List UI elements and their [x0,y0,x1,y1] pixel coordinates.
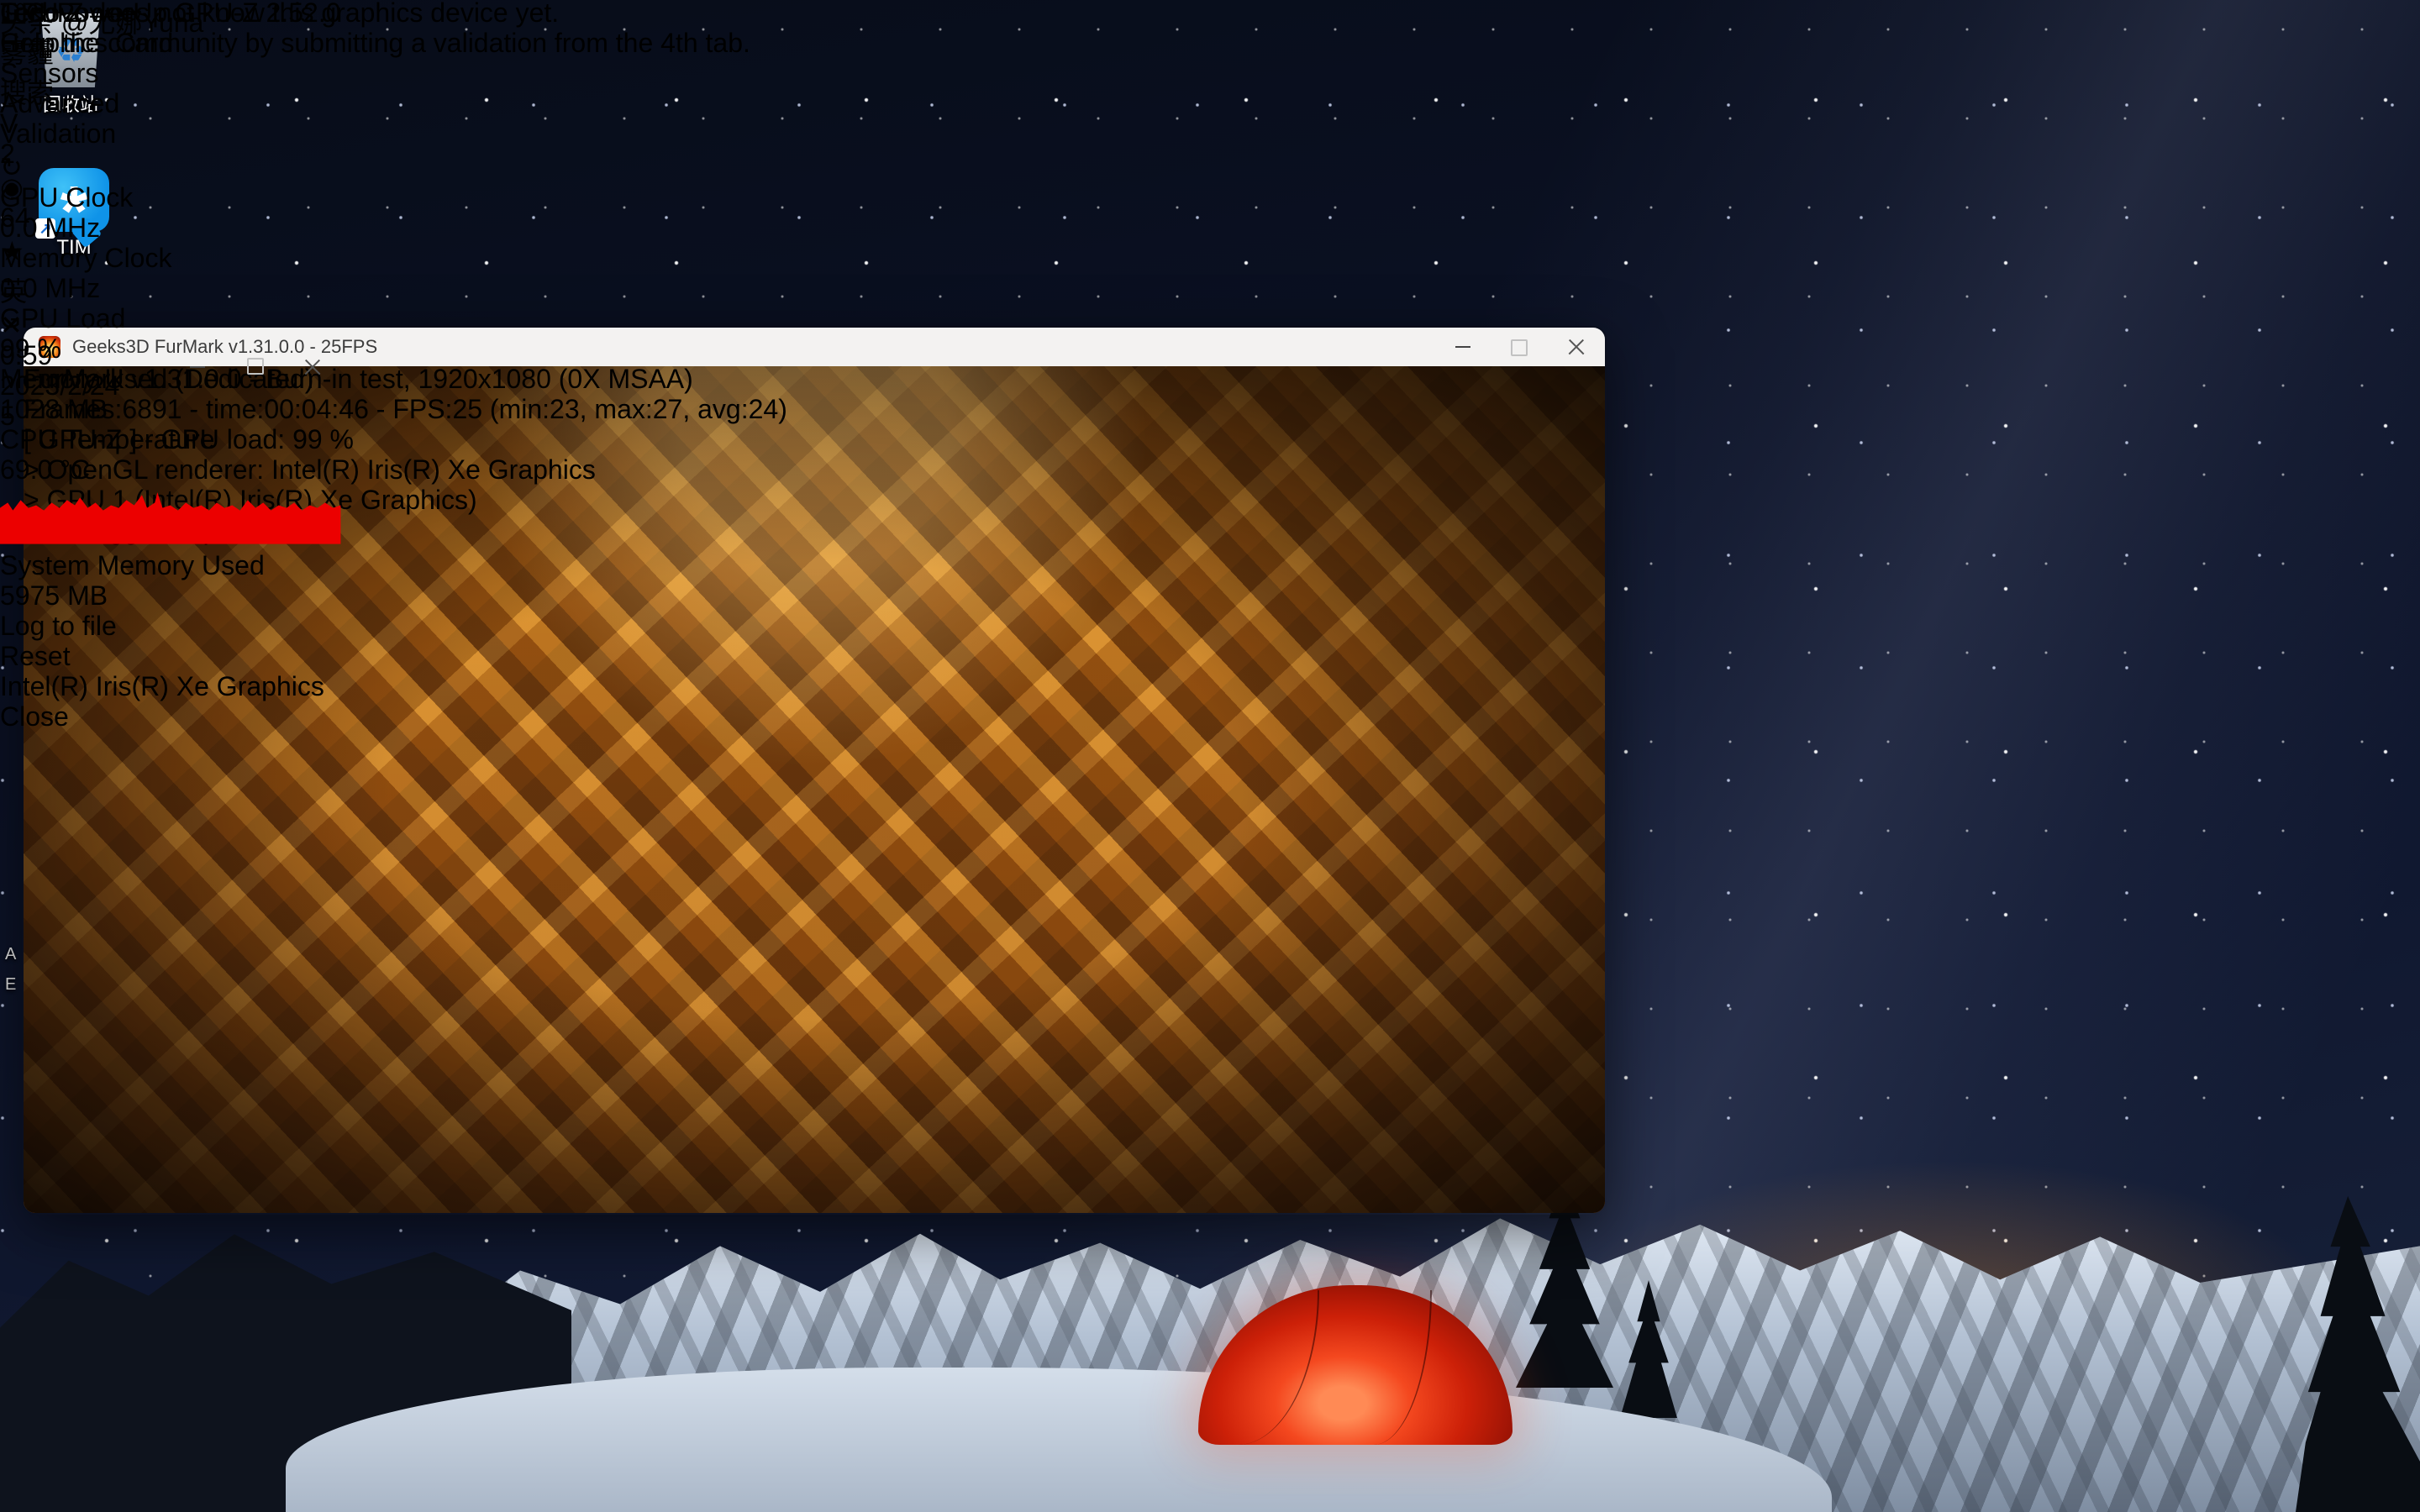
weather-temperature: 1°C [0,0,119,30]
close-icon [1568,339,1585,355]
blue-circle-icon: 2 [0,141,119,171]
close-icon [304,359,321,375]
gpuz-window-controls [170,0,341,734]
notification-badge[interactable]: 5 [0,403,119,433]
volume-muted-icon[interactable]: ✕ [0,309,119,343]
minimize-button[interactable] [1434,328,1491,366]
aida64-icon: 64 [0,205,119,235]
tent-seam [1349,1290,1433,1445]
clock-time: 0:59 [0,343,119,373]
minimize-button[interactable] [170,0,227,734]
furmark-window-controls [1434,328,1605,366]
log-to-file-label: Log to file [0,613,117,642]
video-v-app-button[interactable]: V [0,111,119,141]
eye-circle-icon: ◉ [0,171,119,205]
desktop-screen: ♻ 回收站 * ↗ TIM A E Geeks3D FurMark v1.31.… [0,0,2420,1512]
taskbar: 1°C 雾霾 搜索 V 2 ◉ 64 [0,0,119,433]
blue-circle-app-button[interactable]: 2 [0,141,119,171]
maximize-icon [1511,339,1528,355]
system-tray: ★ 英 ✕ 0:59 2023/2/24 5 [0,235,119,433]
star-tray-icon[interactable]: ★ [0,235,119,269]
taskbar-weather-widget[interactable]: 1°C 雾霾 [0,0,119,71]
maximize-button[interactable] [1491,328,1548,366]
tent-seam [1223,1290,1319,1445]
close-button[interactable] [284,0,341,734]
maximize-icon [247,359,264,375]
minimize-icon [1455,346,1470,349]
eye-pupil-glyph: ◉ [0,175,24,203]
clock-date: 2023/2/24 [0,373,119,403]
eye-scanner-app-button[interactable]: ◉ [0,171,119,205]
blue-circle-glyph: 2 [0,141,15,170]
weather-condition: 雾霾 [0,30,119,71]
taskbar-center-icons: 搜索 V 2 ◉ 64 [0,71,119,235]
star-glyph: ★ [0,239,24,267]
aida64-label: 64 [0,205,30,234]
taskbar-clock[interactable]: 0:59 2023/2/24 [0,343,119,403]
sensor-value-text: 5975 MB [0,583,108,612]
notification-count: 5 [0,403,15,432]
search-box[interactable]: 搜索 [0,71,119,111]
minimize-icon [191,365,206,368]
search-label: 搜索 [0,81,54,109]
maximize-button[interactable] [227,0,284,734]
aida64-button[interactable]: 64 [0,205,119,235]
input-language-indicator[interactable]: 英 [0,269,119,309]
v-logo-icon: V [0,111,119,141]
eye-glyph: ◉ [0,171,119,205]
weather-text: 1°C 雾霾 [0,0,119,71]
reset-label: Reset [0,643,71,672]
close-label: Close [0,704,69,732]
sensor-value-text: 69.0 °C [0,457,90,486]
close-button[interactable] [1548,328,1605,366]
partial-desktop-label: E [5,976,16,995]
partial-desktop-label: A [5,946,16,964]
